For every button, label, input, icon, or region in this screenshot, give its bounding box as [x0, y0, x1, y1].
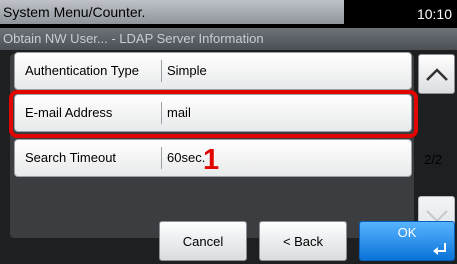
ok-label: OK [397, 225, 417, 240]
chevron-up-icon [426, 68, 448, 81]
row-divider [161, 147, 162, 169]
back-button[interactable]: < Back [259, 221, 347, 261]
setting-label: Search Timeout [25, 150, 117, 165]
top-bar: System Menu/Counter. 10:10 [0, 0, 457, 28]
scroll-up-button[interactable] [418, 54, 455, 94]
row-divider [161, 60, 162, 82]
page-indicator: 2/2 [424, 152, 443, 167]
enter-icon [433, 243, 446, 255]
setting-label: Authentication Type [25, 63, 139, 78]
setting-row-authentication-type[interactable]: Authentication Type Simple [14, 52, 412, 90]
ok-button[interactable]: OK [359, 221, 455, 261]
breadcrumb: Obtain NW User... - LDAP Server Informat… [0, 28, 457, 50]
callout-number: 1 [203, 144, 220, 176]
cancel-button[interactable]: Cancel [159, 221, 247, 261]
highlight-box [9, 90, 418, 138]
setting-value: Simple [167, 63, 207, 78]
clock: 10:10 [416, 6, 452, 22]
setting-value: 60sec. [167, 150, 206, 165]
screen-title: System Menu/Counter. [0, 0, 344, 24]
